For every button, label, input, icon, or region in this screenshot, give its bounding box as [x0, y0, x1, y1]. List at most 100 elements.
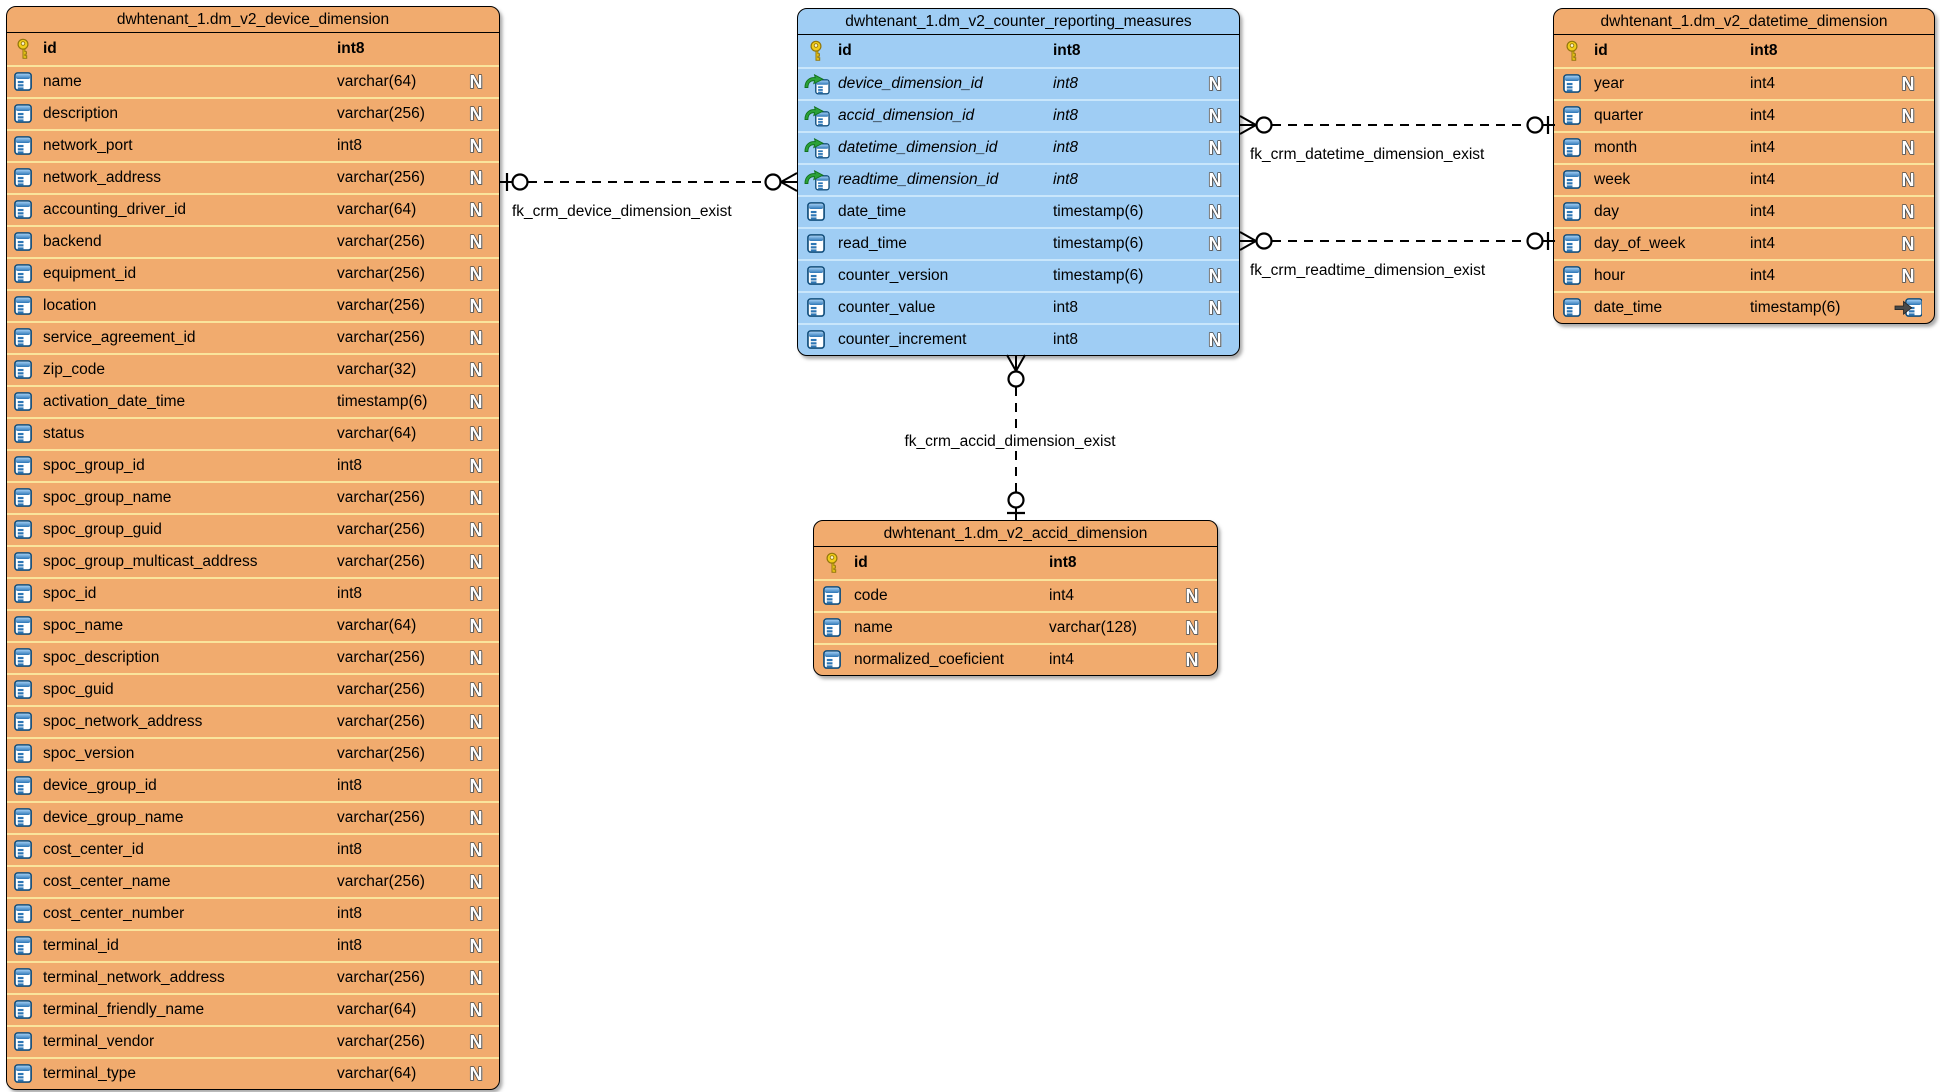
column-row-terminal_type[interactable]: terminal_typevarchar(64)NN — [7, 1057, 499, 1089]
table-title-accid_dimension[interactable]: dwhtenant_1.dm_v2_accid_dimension — [814, 521, 1217, 547]
column-row-device_dimension_id[interactable]: device_dimension_idint8NN — [798, 67, 1239, 99]
empty-cell — [1167, 547, 1217, 579]
column-row-name[interactable]: namevarchar(64)NN — [7, 65, 499, 97]
column-row-description[interactable]: descriptionvarchar(256)NN — [7, 97, 499, 129]
table-title-counter_reporting_measures[interactable]: dwhtenant_1.dm_v2_counter_reporting_meas… — [798, 9, 1239, 35]
column-icon — [7, 99, 39, 129]
column-row-spoc_version[interactable]: spoc_versionvarchar(256)NN — [7, 737, 499, 769]
column-name: spoc_name — [39, 617, 337, 635]
column-type: int4 — [1750, 203, 1882, 221]
column-row-equipment_id[interactable]: equipment_idvarchar(256)NN — [7, 257, 499, 289]
column-icon — [1554, 101, 1590, 131]
column-type: varchar(32) — [337, 361, 453, 379]
column-row-date_time[interactable]: date_timetimestamp(6) — [1554, 291, 1934, 323]
relation-fk_crm_readtime_dimension_exist[interactable] — [1240, 232, 1555, 250]
column-row-network_port[interactable]: network_portint8NN — [7, 129, 499, 161]
column-row-id[interactable]: idint8 — [814, 547, 1217, 579]
column-row-device_group_name[interactable]: device_group_namevarchar(256)NN — [7, 801, 499, 833]
column-row-spoc_group_name[interactable]: spoc_group_namevarchar(256)NN — [7, 481, 499, 513]
column-row-id[interactable]: idint8 — [1554, 35, 1934, 67]
table-device_dimension[interactable]: dwhtenant_1.dm_v2_device_dimensionidint8… — [6, 6, 500, 1090]
svg-text:N: N — [470, 328, 483, 348]
column-row-counter_increment[interactable]: counter_incrementint8NN — [798, 323, 1239, 355]
column-name: date_time — [834, 203, 1053, 221]
column-row-spoc_description[interactable]: spoc_descriptionvarchar(256)NN — [7, 641, 499, 673]
svg-text:N: N — [470, 840, 483, 860]
nullable-icon: NN — [453, 579, 499, 609]
column-row-day[interactable]: dayint4NN — [1554, 195, 1934, 227]
nullable-icon: NN — [1191, 69, 1239, 99]
column-row-spoc_group_guid[interactable]: spoc_group_guidvarchar(256)NN — [7, 513, 499, 545]
column-row-readtime_dimension_id[interactable]: readtime_dimension_idint8NN — [798, 163, 1239, 195]
column-name: spoc_group_guid — [39, 521, 337, 539]
column-row-id[interactable]: idint8 — [7, 33, 499, 65]
column-row-spoc_group_multicast_address[interactable]: spoc_group_multicast_addressvarchar(256)… — [7, 545, 499, 577]
column-row-cost_center_number[interactable]: cost_center_numberint8NN — [7, 897, 499, 929]
table-title-device_dimension[interactable]: dwhtenant_1.dm_v2_device_dimension — [7, 7, 499, 33]
relation-fk_crm_datetime_dimension_exist[interactable] — [1240, 116, 1555, 134]
column-row-hour[interactable]: hourint4NN — [1554, 259, 1934, 291]
column-row-code[interactable]: codeint4NN — [814, 579, 1217, 611]
column-type: varchar(64) — [337, 73, 453, 91]
column-row-terminal_friendly_name[interactable]: terminal_friendly_namevarchar(64)NN — [7, 993, 499, 1025]
column-row-spoc_group_id[interactable]: spoc_group_idint8NN — [7, 449, 499, 481]
column-row-zip_code[interactable]: zip_codevarchar(32)NN — [7, 353, 499, 385]
column-name: backend — [39, 233, 337, 251]
column-row-cost_center_name[interactable]: cost_center_namevarchar(256)NN — [7, 865, 499, 897]
nullable-icon: NN — [453, 899, 499, 929]
relation-label-fk_crm_accid_dimension_exist: fk_crm_accid_dimension_exist — [901, 432, 1118, 451]
column-row-week[interactable]: weekint4NN — [1554, 163, 1934, 195]
column-type: int8 — [1053, 299, 1191, 317]
column-row-day_of_week[interactable]: day_of_weekint4NN — [1554, 227, 1934, 259]
nullable-icon: NN — [453, 1027, 499, 1057]
nullable-icon: NN — [1191, 293, 1239, 323]
column-row-backend[interactable]: backendvarchar(256)NN — [7, 225, 499, 257]
table-accid_dimension[interactable]: dwhtenant_1.dm_v2_accid_dimensionidint8c… — [813, 520, 1218, 676]
nullable-icon: NN — [1882, 165, 1934, 195]
column-row-date_time[interactable]: date_timetimestamp(6)NN — [798, 195, 1239, 227]
column-row-location[interactable]: locationvarchar(256)NN — [7, 289, 499, 321]
column-row-terminal_vendor[interactable]: terminal_vendorvarchar(256)NN — [7, 1025, 499, 1057]
column-row-service_agreement_id[interactable]: service_agreement_idvarchar(256)NN — [7, 321, 499, 353]
column-type: int4 — [1750, 107, 1882, 125]
svg-text:N: N — [1209, 106, 1222, 126]
svg-text:N: N — [1209, 330, 1222, 350]
column-row-activation_date_time[interactable]: activation_date_timetimestamp(6)NN — [7, 385, 499, 417]
nullable-icon: NN — [453, 227, 499, 257]
column-row-quarter[interactable]: quarterint4NN — [1554, 99, 1934, 131]
foreign-key-icon — [798, 69, 834, 99]
table-title-datetime_dimension[interactable]: dwhtenant_1.dm_v2_datetime_dimension — [1554, 9, 1934, 35]
column-name: cost_center_name — [39, 873, 337, 891]
column-row-name[interactable]: namevarchar(128)NN — [814, 611, 1217, 643]
column-row-accounting_driver_id[interactable]: accounting_driver_idvarchar(64)NN — [7, 193, 499, 225]
column-type: int8 — [337, 777, 453, 795]
column-icon — [7, 195, 39, 225]
column-name: terminal_network_address — [39, 969, 337, 987]
column-type: varchar(64) — [337, 1001, 453, 1019]
column-row-year[interactable]: yearint4NN — [1554, 67, 1934, 99]
column-row-status[interactable]: statusvarchar(64)NN — [7, 417, 499, 449]
svg-text:N: N — [470, 104, 483, 124]
column-row-accid_dimension_id[interactable]: accid_dimension_idint8NN — [798, 99, 1239, 131]
column-row-counter_value[interactable]: counter_valueint8NN — [798, 291, 1239, 323]
column-row-device_group_id[interactable]: device_group_idint8NN — [7, 769, 499, 801]
column-row-terminal_network_address[interactable]: terminal_network_addressvarchar(256)NN — [7, 961, 499, 993]
column-row-spoc_id[interactable]: spoc_idint8NN — [7, 577, 499, 609]
table-datetime_dimension[interactable]: dwhtenant_1.dm_v2_datetime_dimensionidin… — [1553, 8, 1935, 324]
column-row-read_time[interactable]: read_timetimestamp(6)NN — [798, 227, 1239, 259]
column-row-cost_center_id[interactable]: cost_center_idint8NN — [7, 833, 499, 865]
column-row-terminal_id[interactable]: terminal_idint8NN — [7, 929, 499, 961]
column-row-counter_version[interactable]: counter_versiontimestamp(6)NN — [798, 259, 1239, 291]
table-counter_reporting_measures[interactable]: dwhtenant_1.dm_v2_counter_reporting_meas… — [797, 8, 1240, 356]
column-row-month[interactable]: monthint4NN — [1554, 131, 1934, 163]
relation-fk_crm_device_dimension_exist[interactable] — [500, 173, 797, 191]
column-type: int8 — [337, 137, 453, 155]
svg-text:N: N — [470, 776, 483, 796]
column-row-normalized_coeficient[interactable]: normalized_coeficientint4NN — [814, 643, 1217, 675]
column-row-spoc_guid[interactable]: spoc_guidvarchar(256)NN — [7, 673, 499, 705]
column-row-id[interactable]: idint8 — [798, 35, 1239, 67]
column-row-spoc_name[interactable]: spoc_namevarchar(64)NN — [7, 609, 499, 641]
column-row-spoc_network_address[interactable]: spoc_network_addressvarchar(256)NN — [7, 705, 499, 737]
column-row-datetime_dimension_id[interactable]: datetime_dimension_idint8NN — [798, 131, 1239, 163]
column-row-network_address[interactable]: network_addressvarchar(256)NN — [7, 161, 499, 193]
